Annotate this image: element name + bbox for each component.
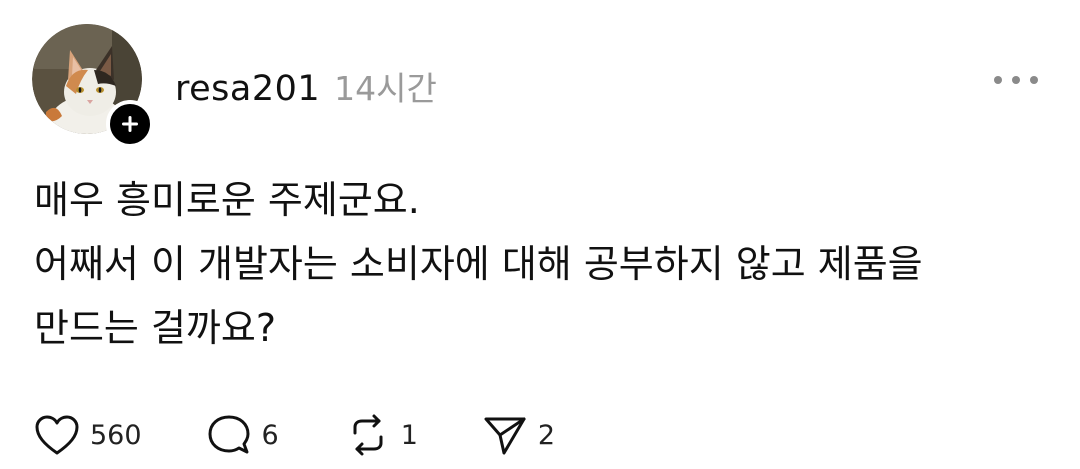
more-horizontal-icon [1012,76,1020,84]
reply-count: 6 [261,419,279,451]
post-body-line: 만드는 걸까요? [34,306,277,350]
like-count: 560 [90,419,142,451]
share-button[interactable]: 2 [482,413,555,457]
reply-button[interactable]: 6 [206,413,279,457]
post-card: resa201 14시간 매우 흥미로운 주제군요. 어째서 이 개발자는 소비… [0,0,1080,469]
username-link[interactable]: resa201 [175,69,320,109]
post-header: resa201 14시간 [175,62,437,109]
more-horizontal-icon [994,76,1002,84]
comment-icon [208,415,250,454]
post-body-line: 어째서 이 개발자는 소비자에 대해 공부하지 않고 제품을 [34,242,923,286]
avatar[interactable] [32,24,154,148]
more-options-button[interactable] [994,66,1038,94]
send-icon [484,417,526,455]
plus-icon [122,116,138,132]
post-body-line: 매우 흥미로운 주제군요. [34,178,420,222]
share-count: 2 [537,419,556,451]
more-horizontal-icon [1030,76,1038,84]
post-body: 매우 흥미로운 주제군요. 어째서 이 개발자는 소비자에 대해 공부하지 않고… [34,168,1034,360]
repost-button[interactable]: 1 [345,413,418,457]
repost-count: 1 [400,419,418,451]
post-timestamp: 14시간 [334,69,437,108]
repost-icon [353,414,383,456]
follow-button[interactable] [106,100,154,148]
post-actions-bar: 560 6 1 2 [34,410,555,460]
like-button[interactable]: 560 [34,414,142,456]
heart-icon [35,415,79,455]
